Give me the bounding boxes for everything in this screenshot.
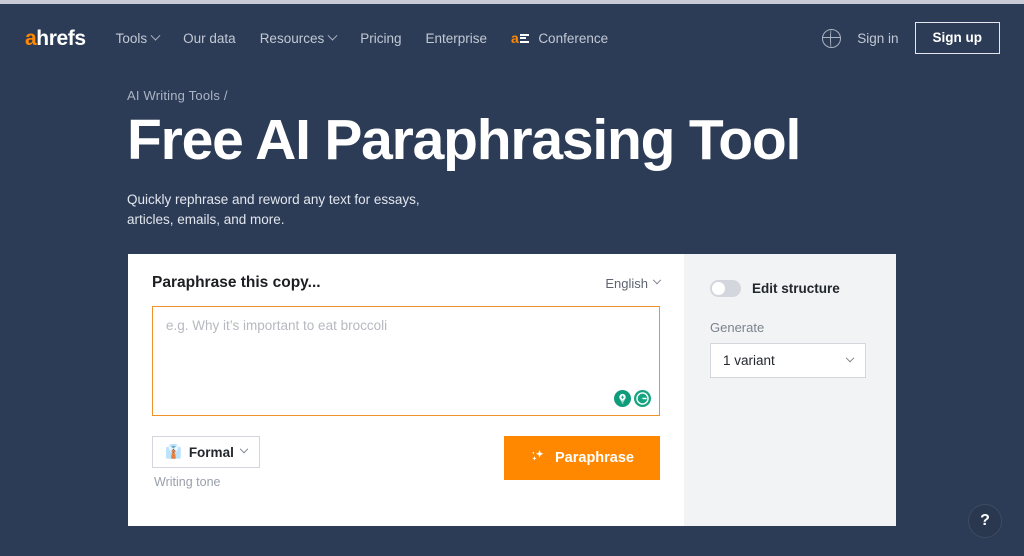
nav-item-pricing[interactable]: Pricing — [348, 25, 413, 52]
writing-tone-group: 👔 Formal Writing tone — [152, 436, 260, 489]
nav-item-our-data[interactable]: Our data — [171, 25, 248, 52]
tool-options-panel: Edit structure Generate 1 variant — [684, 254, 896, 526]
nav-item-resources-label: Resources — [259, 30, 325, 46]
chevron-down-icon — [652, 275, 662, 285]
logo-a-letter: a — [25, 26, 37, 50]
necktie-icon: 👔 — [165, 444, 182, 459]
writing-tone-caption: Writing tone — [154, 475, 221, 489]
nav-item-conference-label: Conference — [538, 30, 609, 46]
conference-bars-icon — [520, 33, 530, 43]
nav-item-enterprise[interactable]: Enterprise — [413, 25, 499, 52]
nav-item-tools[interactable]: Tools — [104, 25, 172, 52]
nav-item-pricing-label: Pricing — [360, 30, 402, 46]
nav-item-tools-label: Tools — [115, 30, 148, 46]
page-subtitle: Quickly rephrase and reword any text for… — [127, 190, 800, 231]
sign-up-button[interactable]: Sign up — [914, 22, 1000, 54]
edit-structure-label: Edit structure — [752, 281, 840, 296]
writing-tone-button[interactable]: 👔 Formal — [152, 436, 260, 468]
top-navigation-bar: ahrefs Tools Our data Resources Pricing … — [0, 4, 1024, 72]
chevron-down-icon — [327, 30, 338, 41]
grammarly-g-icon[interactable] — [634, 390, 651, 407]
globe-icon[interactable] — [822, 28, 842, 48]
tool-input-panel: Paraphrase this copy... English e.g. Why… — [128, 254, 684, 526]
conference-a-letter: a — [511, 30, 519, 46]
nav-item-our-data-label: Our data — [183, 30, 236, 46]
chevron-down-icon — [845, 353, 855, 362]
nav-item-enterprise-label: Enterprise — [425, 30, 488, 46]
breadcrumb[interactable]: AI Writing Tools / — [127, 88, 800, 103]
tool-card-title: Paraphrase this copy... — [152, 274, 321, 291]
generate-label: Generate — [710, 320, 765, 335]
paraphrase-button[interactable]: Paraphrase — [504, 436, 660, 480]
nav-right-actions: Sign in Sign up — [822, 22, 1000, 54]
language-selector[interactable]: English — [605, 275, 662, 291]
grammarly-widget[interactable] — [613, 389, 652, 408]
tool-card-header: Paraphrase this copy... English — [152, 274, 662, 292]
edit-structure-toggle[interactable] — [710, 280, 741, 297]
sparkles-icon — [530, 448, 546, 468]
nav-item-resources[interactable]: Resources — [248, 25, 349, 52]
hero-section: AI Writing Tools / Free AI Paraphrasing … — [127, 88, 801, 231]
lightbulb-plus-icon[interactable] — [614, 390, 631, 407]
page-subtitle-line1: Quickly rephrase and reword any text for… — [127, 191, 420, 207]
sign-in-link[interactable]: Sign in — [857, 31, 898, 46]
nav-links: Tools Our data Resources Pricing Enterpr… — [104, 25, 620, 52]
chevron-down-icon — [150, 30, 161, 41]
conference-logo-icon: a — [511, 30, 530, 46]
help-button[interactable]: ? — [968, 504, 1002, 538]
page-subtitle-line2: articles, emails, and more. — [127, 212, 285, 228]
nav-item-conference[interactable]: a Conference — [499, 25, 620, 52]
paraphrase-button-label: Paraphrase — [555, 449, 634, 466]
tool-card-footer: 👔 Formal Writing tone Paraphrase — [152, 436, 660, 489]
language-selector-value: English — [605, 275, 648, 291]
writing-tone-value: Formal — [188, 444, 234, 460]
paraphrase-textarea-placeholder: e.g. Why it’s important to eat broccoli — [166, 318, 388, 333]
ahrefs-logo[interactable]: ahrefs — [25, 28, 86, 49]
paraphrasing-tool-card: Paraphrase this copy... English e.g. Why… — [128, 254, 896, 526]
variant-count-select[interactable]: 1 variant — [710, 343, 866, 378]
page-title: Free AI Paraphrasing Tool — [127, 108, 801, 172]
edit-structure-row[interactable]: Edit structure — [710, 280, 872, 297]
variant-count-value: 1 variant — [723, 353, 775, 368]
paraphrase-textarea[interactable]: e.g. Why it’s important to eat broccoli — [152, 306, 660, 416]
chevron-down-icon — [239, 444, 249, 454]
page-root: ahrefs Tools Our data Resources Pricing … — [0, 0, 1024, 556]
logo-rest: hrefs — [36, 26, 86, 50]
